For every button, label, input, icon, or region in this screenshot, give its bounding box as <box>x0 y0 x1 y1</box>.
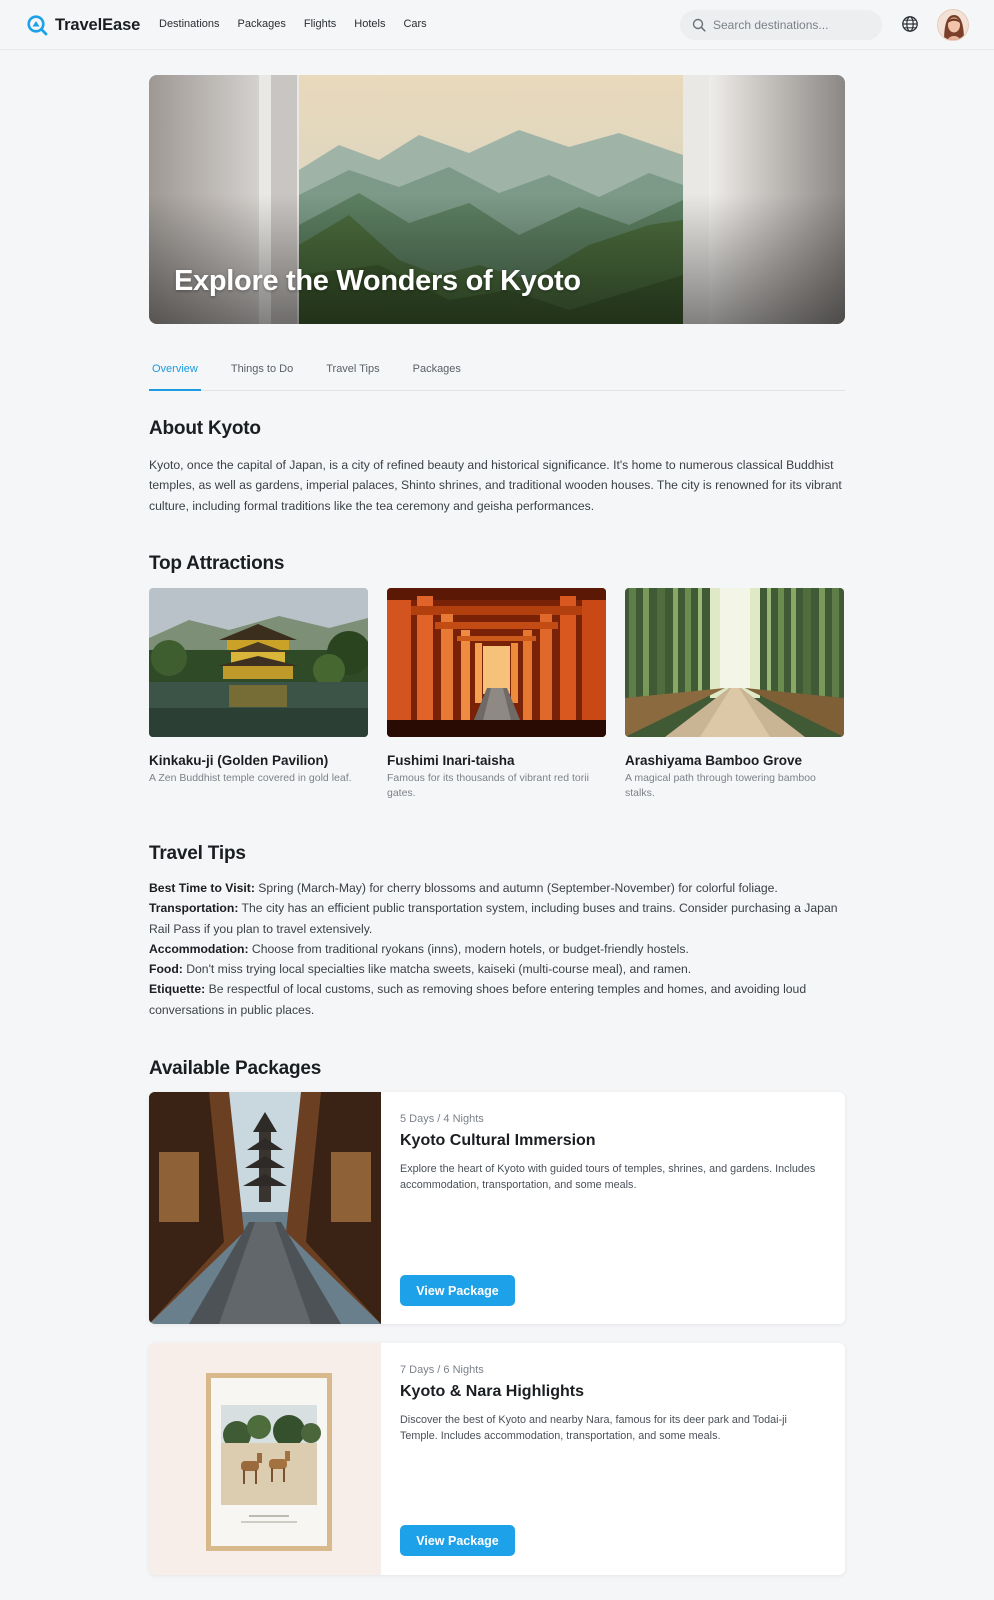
package-desc: Discover the best of Kyoto and nearby Na… <box>400 1414 787 1442</box>
globe-icon[interactable] <box>901 15 919 33</box>
package-title: Kyoto & Nara Highlights <box>400 1383 585 1400</box>
avatar-portrait <box>938 10 968 40</box>
tip-label: Food: <box>149 962 183 977</box>
attraction-card[interactable]: Kinkaku-ji (Golden Pavilion) A Zen Buddh… <box>149 588 368 801</box>
package-card: 7 Days / 6 Nights Kyoto & Nara Highlight… <box>149 1343 845 1575</box>
attraction-image-kinkakuji <box>149 588 368 737</box>
top-nav: TravelEase Destinations Packages Flights… <box>0 0 994 50</box>
search-icon <box>692 18 706 32</box>
packages-heading: Available Packages <box>149 1058 322 1079</box>
attractions-grid: Kinkaku-ji (Golden Pavilion) A Zen Buddh… <box>149 588 845 801</box>
tip-label: Accommodation: <box>149 941 249 956</box>
tip-item: Food: Don't miss trying local specialtie… <box>149 959 845 979</box>
tip-text: Be respectful of local customs, such as … <box>149 982 807 1017</box>
tip-item: Transportation: The city has an efficien… <box>149 898 845 939</box>
search-input[interactable] <box>713 18 873 32</box>
logo-icon <box>27 15 48 36</box>
tip-text: Don't miss trying local specialties like… <box>182 962 692 977</box>
package-image-nara-deer-print <box>149 1343 381 1575</box>
view-package-button[interactable]: View Package <box>400 1525 515 1556</box>
tab-overview[interactable]: Overview <box>149 354 201 391</box>
hero-gradient-overlay <box>149 194 845 324</box>
package-image-kyoto-street <box>149 1092 381 1324</box>
attraction-name: Arashiyama Bamboo Grove <box>625 753 803 768</box>
hero-title: Explore the Wonders of Kyoto <box>174 265 581 297</box>
attraction-card[interactable]: Arashiyama Bamboo Grove A magical path t… <box>625 588 844 801</box>
package-desc: Explore the heart of Kyoto with guided t… <box>400 1163 816 1191</box>
tip-item: Best Time to Visit: Spring (March-May) f… <box>149 878 845 898</box>
nav-link-cars[interactable]: Cars <box>403 18 426 30</box>
tip-item: Etiquette: Be respectful of local custom… <box>149 979 845 1020</box>
brand-name: TravelEase <box>55 15 141 34</box>
travel-tips-heading: Travel Tips <box>149 843 246 864</box>
main-nav: Destinations Packages Flights Hotels Car… <box>159 18 427 30</box>
package-duration: 5 Days / 4 Nights <box>400 1113 484 1125</box>
tip-item: Accommodation: Choose from traditional r… <box>149 939 845 959</box>
travel-tips-list: Best Time to Visit: Spring (March-May) f… <box>149 878 845 1020</box>
search-bar[interactable] <box>680 10 882 40</box>
attraction-desc: A magical path through towering bamboo s… <box>625 772 816 799</box>
about-text: Kyoto, once the capital of Japan, is a c… <box>149 458 842 513</box>
tip-label: Etiquette: <box>149 982 206 997</box>
nav-link-destinations[interactable]: Destinations <box>159 18 220 30</box>
attractions-heading: Top Attractions <box>149 553 285 574</box>
tip-label: Transportation: <box>149 901 239 916</box>
content-tabs: Overview Things to Do Travel Tips Packag… <box>149 354 845 391</box>
package-duration: 7 Days / 6 Nights <box>400 1364 484 1376</box>
package-card: 5 Days / 4 Nights Kyoto Cultural Immersi… <box>149 1092 845 1324</box>
attraction-desc: Famous for its thousands of vibrant red … <box>387 772 589 799</box>
user-avatar[interactable] <box>937 9 969 41</box>
tab-travel-tips[interactable]: Travel Tips <box>323 354 382 391</box>
attraction-name: Fushimi Inari-taisha <box>387 753 515 768</box>
attraction-name: Kinkaku-ji (Golden Pavilion) <box>149 753 329 768</box>
tab-things-to-do[interactable]: Things to Do <box>228 354 296 391</box>
package-title: Kyoto Cultural Immersion <box>400 1132 596 1149</box>
tip-text: The city has an efficient public transpo… <box>149 901 838 936</box>
tab-packages[interactable]: Packages <box>410 354 464 391</box>
tip-text: Choose from traditional ryokans (inns), … <box>248 941 689 956</box>
attraction-image-bamboo-grove <box>625 588 844 737</box>
about-heading: About Kyoto <box>149 418 261 439</box>
nav-link-hotels[interactable]: Hotels <box>354 18 385 30</box>
nav-link-flights[interactable]: Flights <box>304 18 336 30</box>
attraction-desc: A Zen Buddhist temple covered in gold le… <box>149 772 352 784</box>
tip-text: Spring (March-May) for cherry blossoms a… <box>254 881 778 895</box>
brand-logo[interactable]: TravelEase <box>26 14 140 36</box>
view-package-button[interactable]: View Package <box>400 1275 515 1306</box>
attraction-card[interactable]: Fushimi Inari-taisha Famous for its thou… <box>387 588 606 801</box>
attraction-image-fushimi-inari <box>387 588 606 737</box>
hero-banner: Explore the Wonders of Kyoto <box>149 75 845 324</box>
tip-label: Best Time to Visit: <box>149 881 255 895</box>
nav-link-packages[interactable]: Packages <box>238 18 286 30</box>
